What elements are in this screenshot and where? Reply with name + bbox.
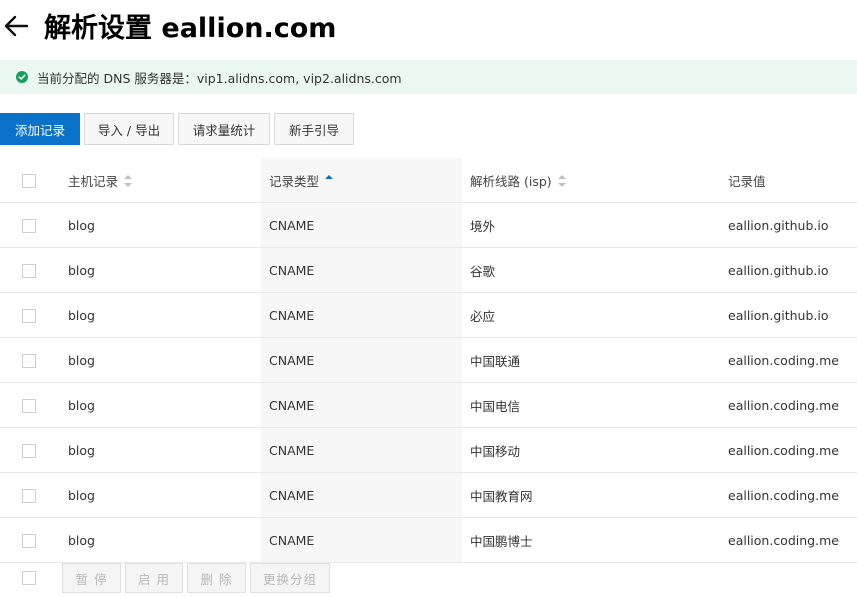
row-select-cell (0, 337, 60, 383)
row-checkbox[interactable] (22, 488, 36, 503)
cell-value: eallion.coding.me (728, 472, 857, 518)
check-circle-icon (16, 71, 28, 83)
dns-records-table: 主机记录 记录类型 解析线路 (isp) 记录值 blog CNAME 境外 eall… (0, 158, 857, 563)
dns-notice-banner: 当前分配的 DNS 服务器是：vip1.alidns.com, vip2.ali… (0, 60, 857, 94)
cell-line: 中国联通 (462, 337, 728, 383)
row-select-cell (0, 472, 60, 518)
header-type[interactable]: 记录类型 (261, 158, 462, 203)
sort-ascending-icon[interactable] (325, 175, 334, 187)
table-row: blog CNAME 中国教育网 eallion.coding.me (0, 472, 857, 518)
cell-host: blog (60, 517, 261, 563)
table-header-row: 主机记录 记录类型 解析线路 (isp) 记录值 (0, 158, 857, 203)
row-select-cell (0, 382, 60, 428)
page-header: 解析设置 eallion.com (0, 0, 857, 56)
cell-type: CNAME (261, 382, 462, 428)
cell-line: 中国教育网 (462, 472, 728, 518)
request-stats-button[interactable]: 请求量统计 (178, 113, 270, 145)
cell-value: eallion.coding.me (728, 517, 857, 563)
row-select-cell (0, 292, 60, 338)
table-row: blog CNAME 中国电信 eallion.coding.me (0, 382, 857, 428)
cell-host: blog (60, 292, 261, 338)
cell-line: 必应 (462, 292, 728, 338)
sort-icon[interactable] (124, 175, 133, 187)
cell-host: blog (60, 382, 261, 428)
pause-button[interactable]: 暂 停 (62, 563, 121, 593)
cell-type: CNAME (261, 427, 462, 473)
table-row: blog CNAME 中国联通 eallion.coding.me (0, 337, 857, 383)
table-row: blog CNAME 中国移动 eallion.coding.me (0, 427, 857, 473)
cell-line: 谷歌 (462, 247, 728, 293)
cell-type: CNAME (261, 472, 462, 518)
cell-host: blog (60, 202, 261, 248)
row-select-cell (0, 202, 60, 248)
cell-host: blog (60, 337, 261, 383)
cell-host: blog (60, 472, 261, 518)
sort-icon[interactable] (557, 175, 566, 187)
delete-button[interactable]: 删 除 (187, 563, 246, 593)
cell-host: blog (60, 247, 261, 293)
cell-line: 中国移动 (462, 427, 728, 473)
bulk-actions-bar: 暂 停 启 用 删 除 更换分组 (0, 562, 334, 594)
row-select-cell (0, 517, 60, 563)
header-type-label: 记录类型 (269, 173, 320, 189)
row-select-cell (0, 427, 60, 473)
table-row: blog CNAME 必应 eallion.github.io (0, 292, 857, 338)
header-value-label: 记录值 (728, 173, 766, 189)
header-host-label: 主机记录 (68, 173, 119, 189)
row-checkbox[interactable] (22, 533, 36, 548)
cell-value: eallion.github.io (728, 247, 857, 293)
cell-type: CNAME (261, 202, 462, 248)
import-export-button[interactable]: 导入 / 导出 (84, 113, 174, 145)
cell-type: CNAME (261, 247, 462, 293)
row-checkbox[interactable] (22, 218, 36, 233)
cell-value: eallion.coding.me (728, 427, 857, 473)
cell-type: CNAME (261, 337, 462, 383)
cell-line: 中国电信 (462, 382, 728, 428)
select-all-checkbox[interactable] (22, 173, 36, 188)
cell-value: eallion.github.io (728, 202, 857, 248)
cell-value: eallion.github.io (728, 292, 857, 338)
cell-host: blog (60, 427, 261, 473)
toolbar: 添加记录 导入 / 导出 请求量统计 新手引导 (0, 113, 358, 145)
beginner-guide-button[interactable]: 新手引导 (274, 113, 354, 145)
cell-line: 境外 (462, 202, 728, 248)
row-checkbox[interactable] (22, 398, 36, 413)
arrow-left-icon[interactable] (2, 12, 30, 40)
cell-value: eallion.coding.me (728, 337, 857, 383)
enable-button[interactable]: 启 用 (125, 563, 183, 593)
cell-type: CNAME (261, 517, 462, 563)
header-host[interactable]: 主机记录 (60, 158, 261, 203)
cell-value: eallion.coding.me (728, 382, 857, 428)
select-all-cell (0, 158, 60, 203)
row-select-cell (0, 247, 60, 293)
row-checkbox[interactable] (22, 308, 36, 323)
row-checkbox[interactable] (22, 263, 36, 278)
dns-notice-text: 当前分配的 DNS 服务器是：vip1.alidns.com, vip2.ali… (37, 70, 402, 86)
footer-select-all-checkbox[interactable] (22, 571, 36, 585)
row-checkbox[interactable] (22, 353, 36, 368)
cell-type: CNAME (261, 292, 462, 338)
add-record-button[interactable]: 添加记录 (0, 113, 80, 145)
change-group-button[interactable]: 更换分组 (250, 563, 330, 593)
table-row: blog CNAME 中国鹏博士 eallion.coding.me (0, 517, 857, 563)
table-row: blog CNAME 谷歌 eallion.github.io (0, 247, 857, 293)
header-value: 记录值 (728, 158, 857, 203)
cell-line: 中国鹏博士 (462, 517, 728, 563)
row-checkbox[interactable] (22, 443, 36, 458)
table-row: blog CNAME 境外 eallion.github.io (0, 202, 857, 248)
header-line-label: 解析线路 (isp) (470, 173, 552, 189)
page-title: 解析设置 eallion.com (44, 13, 337, 44)
header-line[interactable]: 解析线路 (isp) (462, 158, 728, 203)
